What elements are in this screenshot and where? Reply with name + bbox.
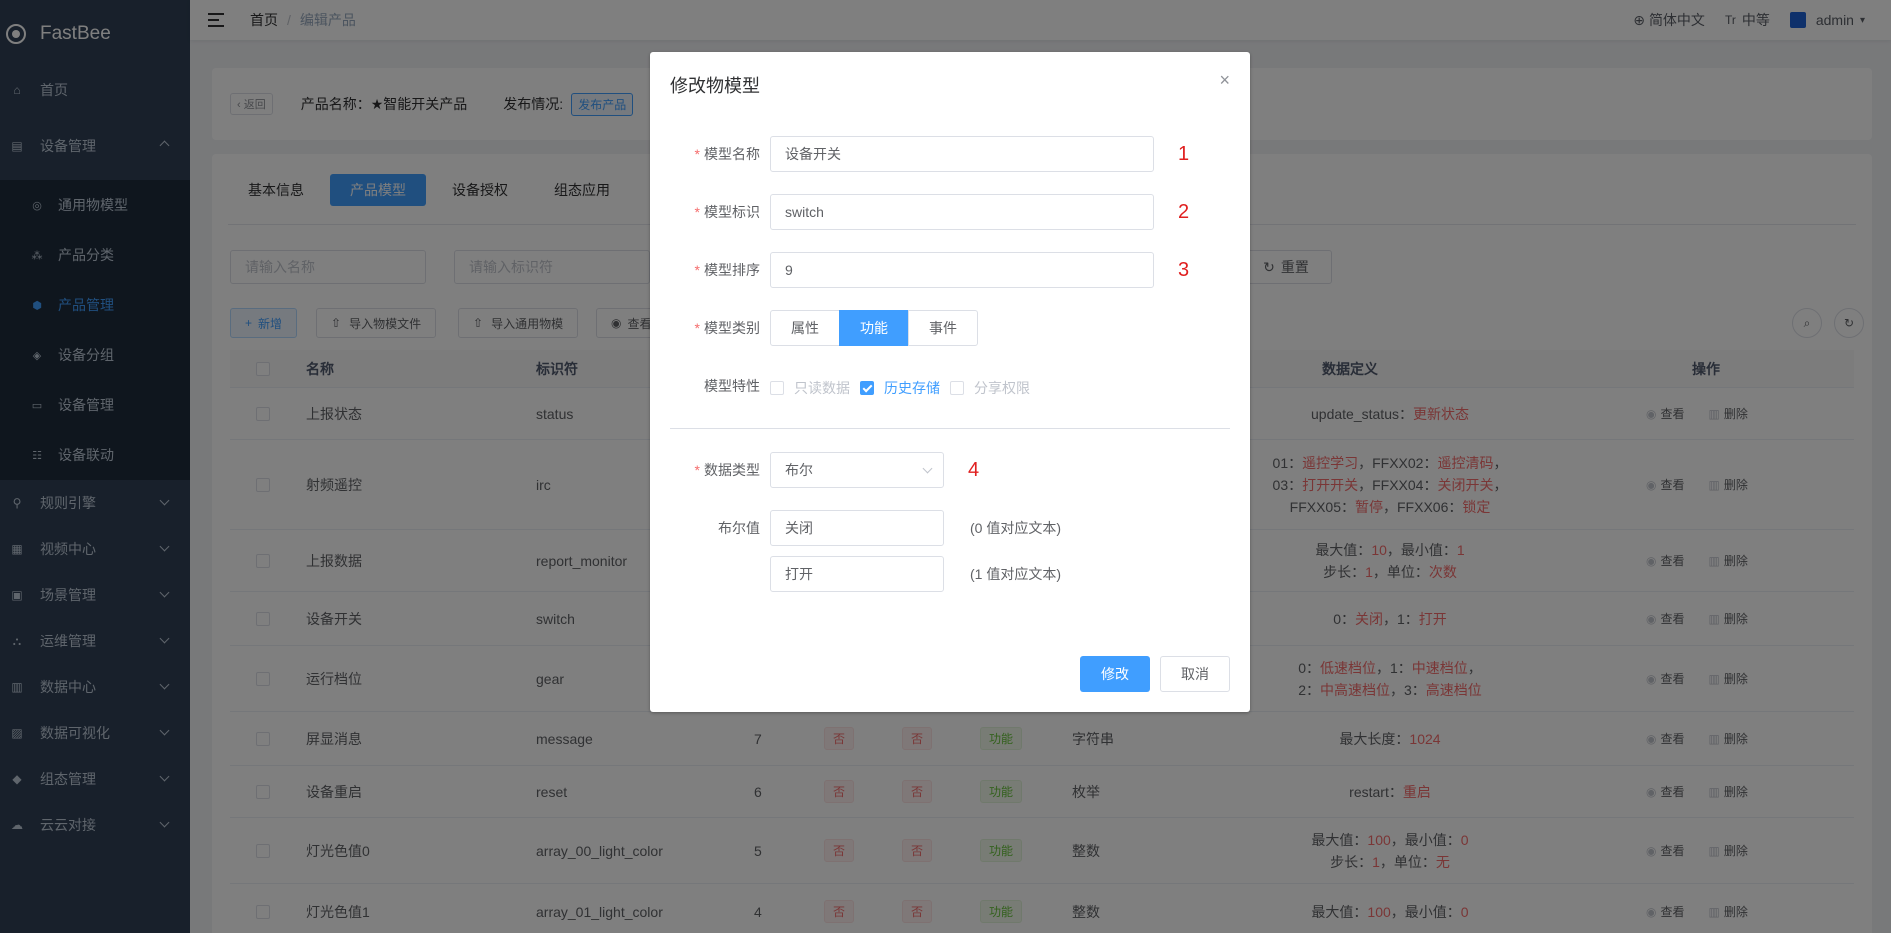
bool-true-hint: (1 值对应文本) bbox=[970, 566, 1061, 582]
model-feature-label: 模型特性 bbox=[704, 378, 760, 394]
bool-true-input[interactable]: 打开 bbox=[770, 556, 944, 592]
feature-checkbox-2[interactable]: 分享权限 bbox=[950, 378, 1030, 398]
model-feature-row: 模型特性 只读数据 历史存储 分享权限 bbox=[650, 368, 1250, 404]
category-option-0[interactable]: 属性 bbox=[770, 310, 840, 346]
model-ident-row: * 模型标识 switch 2 bbox=[650, 194, 1250, 230]
datatype-value: 布尔 bbox=[785, 462, 813, 478]
model-category-group: 属性 功能 事件 bbox=[770, 310, 978, 346]
bool-false-row: 布尔值 关闭 (0 值对应文本) bbox=[650, 510, 1250, 546]
model-category-label: * 模型类别 bbox=[694, 320, 760, 336]
model-order-input[interactable]: 9 bbox=[770, 252, 1154, 288]
bool-label: 布尔值 bbox=[718, 520, 760, 536]
bool-false-input[interactable]: 关闭 bbox=[770, 510, 944, 546]
model-ident-input[interactable]: switch bbox=[770, 194, 1154, 230]
model-ident-label: * 模型标识 bbox=[694, 204, 760, 220]
datatype-label: * 数据类型 bbox=[694, 462, 760, 478]
model-name-input[interactable]: 设备开关 bbox=[770, 136, 1154, 172]
app-root: FastBee ⌂首页▤设备管理◎通用物模型⁂产品分类⬢产品管理◈设备分组▭设备… bbox=[0, 0, 1891, 933]
annotation-4: 4 bbox=[968, 458, 980, 481]
bool-true-row: 打开 (1 值对应文本) bbox=[650, 556, 1250, 592]
checkbox-label: 只读数据 bbox=[794, 380, 850, 396]
chevron-down-icon bbox=[922, 463, 933, 474]
annotation-1: 1 bbox=[1178, 142, 1190, 165]
feature-checkbox-0[interactable]: 只读数据 bbox=[770, 378, 850, 398]
model-category-row: * 模型类别 属性 功能 事件 bbox=[650, 310, 1250, 346]
annotation-2: 2 bbox=[1178, 200, 1190, 223]
category-option-2[interactable]: 事件 bbox=[908, 310, 978, 346]
datatype-row: * 数据类型 布尔 4 bbox=[650, 452, 1250, 488]
edit-model-dialog: 修改物模型 × * 模型名称 设备开关 1 * 模型标识 switch 2 * 模型排… bbox=[650, 52, 1250, 712]
checkbox-box bbox=[950, 381, 964, 395]
category-option-1[interactable]: 功能 bbox=[839, 310, 909, 346]
checkbox-box bbox=[860, 381, 874, 395]
annotation-3: 3 bbox=[1178, 258, 1190, 281]
cancel-button[interactable]: 取消 bbox=[1160, 656, 1230, 692]
datatype-select[interactable]: 布尔 bbox=[770, 452, 944, 488]
checkbox-label: 分享权限 bbox=[974, 380, 1030, 396]
checkbox-box bbox=[770, 381, 784, 395]
dialog-divider bbox=[670, 428, 1230, 429]
model-name-label: * 模型名称 bbox=[694, 146, 760, 162]
bool-false-hint: (0 值对应文本) bbox=[970, 520, 1061, 536]
dialog-title: 修改物模型 bbox=[670, 76, 760, 96]
confirm-button[interactable]: 修改 bbox=[1080, 656, 1150, 692]
model-order-label: * 模型排序 bbox=[694, 262, 760, 278]
feature-checkbox-1[interactable]: 历史存储 bbox=[860, 378, 940, 398]
checkbox-label: 历史存储 bbox=[884, 380, 940, 396]
close-icon[interactable]: × bbox=[1219, 70, 1230, 91]
model-order-row: * 模型排序 9 3 bbox=[650, 252, 1250, 288]
model-name-row: * 模型名称 设备开关 1 bbox=[650, 136, 1250, 172]
